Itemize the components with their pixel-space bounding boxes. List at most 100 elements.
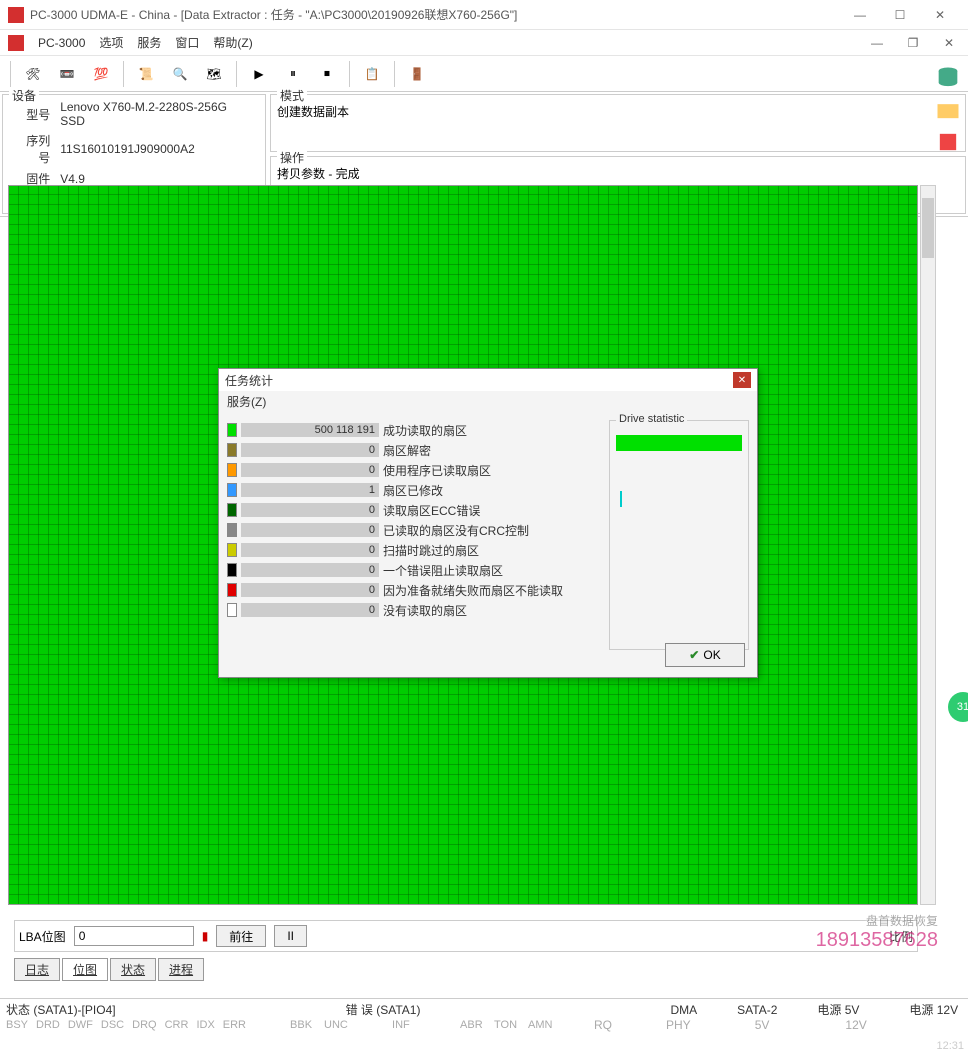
watermark: 盘首数据恢复 18913587628: [816, 912, 938, 952]
stat-bar: 0: [241, 443, 379, 457]
color-swatch: [227, 543, 237, 557]
lba-label: LBA位图: [19, 928, 66, 945]
dialog-close-button[interactable]: ✕: [733, 372, 751, 388]
task-stats-dialog: 任务统计 ✕ 服务(Z) 500 118 191 成功读取的扇区 0 扇区解密 0 使用程…: [218, 368, 758, 678]
pause-button[interactable]: II: [274, 925, 307, 947]
stat-bar: 0: [241, 463, 379, 477]
error-flag: BBK: [290, 1019, 316, 1031]
drive-statistic-panel: Drive statistic: [609, 420, 749, 650]
status-flag: BSY: [6, 1019, 28, 1031]
stat-row: 0 因为准备就绪失败而扇区不能读取: [227, 580, 601, 600]
marker-icon[interactable]: ▮: [202, 929, 209, 943]
dialog-title: 任务统计: [225, 372, 733, 389]
stat-list: 500 118 191成功读取的扇区0扇区解密0使用程序已读取扇区1扇区已修改0…: [227, 420, 601, 650]
db-icon[interactable]: [934, 64, 962, 92]
map-scrollbar[interactable]: [920, 185, 936, 905]
mdi-minimize-button[interactable]: —: [866, 34, 888, 52]
play-icon[interactable]: ▶: [243, 59, 275, 89]
floating-badge[interactable]: 31: [948, 692, 968, 722]
copy-icon[interactable]: 📋: [356, 59, 388, 89]
status-flag: IDX: [196, 1019, 214, 1031]
stat-bar: 0: [241, 583, 379, 597]
exit-icon[interactable]: 🚪: [401, 59, 433, 89]
stat-row: 0 扇区解密: [227, 440, 601, 460]
color-swatch: [227, 583, 237, 597]
stat-label: 扫描时跳过的扇区: [383, 542, 479, 559]
stat-label: 扇区解密: [383, 442, 431, 459]
error-flag: INF: [392, 1019, 418, 1031]
color-swatch: [227, 443, 237, 457]
pause-icon[interactable]: ⏸: [277, 59, 309, 89]
stat-bar: 1: [241, 483, 379, 497]
color-swatch: [227, 483, 237, 497]
mode-panel: 模式 创建数据副本: [270, 94, 966, 152]
app-name: PC-3000: [38, 36, 85, 50]
color-swatch: [227, 603, 237, 617]
status-flag: DRQ: [132, 1019, 156, 1031]
tab-status[interactable]: 状态: [110, 958, 156, 981]
tab-log[interactable]: 日志: [14, 958, 60, 981]
stat-row: 0没有读取的扇区: [227, 600, 601, 620]
lba-bar: LBA位图 ▮ 前往 II 比例: [14, 920, 918, 952]
status-flag: DSC: [101, 1019, 124, 1031]
stat-label: 成功读取的扇区: [383, 422, 467, 439]
status-flag: ERR: [223, 1019, 246, 1031]
close-button[interactable]: ✕: [920, 1, 960, 29]
status-flag: DWF: [68, 1019, 93, 1031]
menu-window[interactable]: 窗口: [175, 34, 199, 51]
stat-row: 0 使用程序已读取扇区: [227, 460, 601, 480]
stat-label: 因为准备就绪失败而扇区不能读取: [383, 582, 563, 599]
lba-input[interactable]: [74, 926, 194, 946]
app-icon: [8, 7, 24, 23]
tab-process[interactable]: 进程: [158, 958, 204, 981]
color-swatch: [227, 563, 237, 577]
delete-icon[interactable]: [934, 128, 962, 156]
stat-label: 已读取的扇区没有CRC控制: [383, 522, 529, 539]
status-bar: 状态 (SATA1)-[PIO4] 错 误 (SATA1) DMA SATA-2…: [0, 998, 968, 1034]
stat-bar: 500 118 191: [241, 423, 379, 437]
error-flag: AMN: [528, 1019, 554, 1031]
binoculars-icon[interactable]: 🔍: [164, 59, 196, 89]
mdi-close-button[interactable]: ✕: [938, 34, 960, 52]
color-swatch: [227, 503, 237, 517]
color-swatch: [227, 423, 237, 437]
minimize-button[interactable]: —: [840, 1, 880, 29]
go-button[interactable]: 前往: [216, 925, 266, 947]
stat-row: 0 已读取的扇区没有CRC控制: [227, 520, 601, 540]
menu-options[interactable]: 选项: [99, 34, 123, 51]
status-flag: CRR: [165, 1019, 189, 1031]
window-title: PC-3000 UDMA-E - China - [Data Extractor…: [30, 6, 840, 23]
tools-icon[interactable]: 🛠: [17, 59, 49, 89]
color-swatch: [227, 523, 237, 537]
stat-label: 读取扇区ECC错误: [383, 502, 480, 519]
menu-help[interactable]: 帮助(Z): [213, 34, 252, 51]
drive-stat-tick: [620, 491, 622, 507]
tape-icon[interactable]: 📼: [51, 59, 83, 89]
stat-label: 没有读取的扇区: [383, 602, 467, 619]
maximize-button[interactable]: ☐: [880, 1, 920, 29]
tab-bitmap[interactable]: 位图: [62, 958, 108, 981]
stat-bar: 0: [241, 503, 379, 517]
stat-bar: 0: [241, 523, 379, 537]
stat-bar: 0: [241, 563, 379, 577]
toolbar: 🛠 📼 💯 📜 🔍 🗺 ▶ ⏸ ⏹ 📋 🚪: [0, 56, 968, 92]
ok-button[interactable]: ✔OK: [665, 643, 745, 667]
dialog-menu-services[interactable]: 服务(Z): [219, 391, 757, 412]
app-icon-small: [8, 35, 24, 51]
stat-row: 0 一个错误阻止读取扇区: [227, 560, 601, 580]
stop-icon[interactable]: ⏹: [311, 59, 343, 89]
percent-icon[interactable]: 💯: [85, 59, 117, 89]
menu-services[interactable]: 服务: [137, 34, 161, 51]
map-icon[interactable]: 🗺: [198, 59, 230, 89]
error-flag: [426, 1019, 452, 1031]
check-icon: ✔: [689, 648, 699, 662]
color-swatch: [227, 463, 237, 477]
mdi-restore-button[interactable]: ❐: [902, 34, 924, 52]
stat-label: 使用程序已读取扇区: [383, 462, 491, 479]
drive-stat-bar: [616, 435, 742, 451]
folder-icon[interactable]: [934, 96, 962, 124]
stat-label: 一个错误阻止读取扇区: [383, 562, 503, 579]
stat-row: 500 118 191 成功读取的扇区: [227, 420, 601, 440]
status-flag: DRD: [36, 1019, 60, 1031]
script-icon[interactable]: 📜: [130, 59, 162, 89]
